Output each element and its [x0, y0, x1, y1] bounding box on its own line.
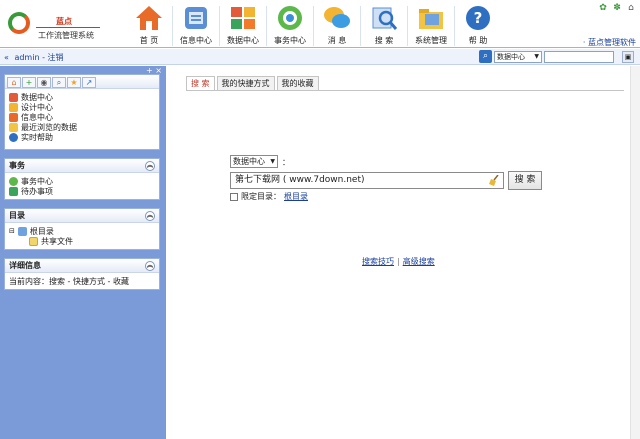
quick-links-panel: ⌂ + ◉ ⌕ ★ ↗ 数据中心 设计中心 信息中心 最近浏览的数据 实时帮助 — [4, 74, 160, 150]
sidebar: + × ⌂ + ◉ ⌕ ★ ↗ 数据中心 设计中心 信息中心 最近浏览的数据 实… — [0, 66, 166, 439]
search-button[interactable]: 搜 索 — [508, 171, 542, 190]
quick-item-design-center[interactable]: 设计中心 — [9, 102, 155, 112]
help-icon — [9, 132, 18, 142]
search-scope-select[interactable]: 数据中心 — [494, 50, 542, 63]
nav-label: 搜 索 — [374, 36, 394, 45]
panel-title: 详细信息 — [9, 261, 41, 270]
username: admin — [14, 53, 40, 62]
star-tab-icon[interactable]: ★ — [67, 77, 81, 88]
main-content: 搜 索 我的快捷方式 我的收藏 数据中心 ▼ ： 第七下载网 ( www.7do… — [166, 66, 640, 439]
nav-info-center[interactable]: 信息中心 — [173, 2, 219, 48]
brand-link[interactable]: · 蓝点管理软件 — [583, 37, 636, 48]
panel-title: 事务 — [9, 161, 25, 170]
scrollbar[interactable] — [630, 66, 640, 439]
message-icon — [323, 4, 351, 32]
help-links: 搜索技巧 | 高级搜索 — [362, 257, 435, 266]
top-header: 蓝点 工作流管理系统 首 页 信息中心 数据中心 事务中心 消 息 搜 索 系统… — [0, 0, 640, 48]
tree-root[interactable]: ⊟ 根目录 — [9, 226, 155, 236]
nav-label: 首 页 — [139, 36, 159, 45]
nav-label: 消 息 — [327, 36, 347, 45]
affairs-item-center[interactable]: 事务中心 — [9, 176, 155, 186]
tab-favorites[interactable]: 我的收藏 — [276, 76, 319, 90]
quick-item-info-center[interactable]: 信息中心 — [9, 112, 155, 122]
favorite-icon[interactable]: ✽ — [612, 3, 622, 13]
user-bar: « admin - 注销 ⌕ 数据中心 ▣ — [0, 49, 640, 65]
clear-icon[interactable] — [489, 175, 499, 186]
logo-mark-icon — [8, 12, 30, 34]
quick-search: ⌕ 数据中心 — [479, 50, 614, 63]
collapse-sidebar-icon[interactable]: « — [4, 53, 9, 62]
logout-link[interactable]: 注销 — [48, 53, 64, 62]
root-directory-link[interactable]: 根目录 — [284, 191, 308, 202]
tree-toggle-icon[interactable]: ⊟ — [9, 227, 15, 235]
add-tab-icon[interactable]: + — [22, 77, 36, 88]
detail-text: 当前内容：搜索 - 快捷方式 - 收藏 — [9, 276, 129, 286]
brand-name: 蓝点 — [56, 17, 72, 26]
nav-message[interactable]: 消 息 — [314, 2, 360, 48]
home-tab-icon[interactable]: ⌂ — [7, 77, 21, 88]
nav-system-admin[interactable]: 系统管理 — [408, 2, 454, 48]
system-admin-icon — [417, 4, 445, 32]
nav-home[interactable]: 首 页 — [126, 2, 172, 48]
refresh-icon[interactable]: ✿ — [598, 3, 608, 13]
network-icon — [17, 226, 27, 236]
data-center-icon — [9, 92, 18, 102]
limit-directory-checkbox[interactable] — [230, 192, 238, 201]
nav-help[interactable]: ? 帮 助 — [455, 2, 501, 48]
nav-label: 事务中心 — [274, 36, 306, 45]
affairs-center-icon — [276, 4, 304, 32]
tab-shortcuts[interactable]: 我的快捷方式 — [216, 76, 275, 90]
data-center-icon — [229, 4, 257, 32]
advanced-search-link[interactable]: 高级搜索 — [403, 257, 435, 266]
todo-icon — [9, 186, 18, 196]
search-icon[interactable]: ⌕ — [479, 50, 492, 63]
quick-item-data-center[interactable]: 数据中心 — [9, 92, 155, 102]
logo: 蓝点 工作流管理系统 — [8, 8, 108, 40]
info-icon — [9, 112, 18, 122]
info-center-icon — [182, 4, 210, 32]
collapse-icon[interactable]: ︽ — [145, 261, 155, 271]
view-tab-icon[interactable]: ◉ — [37, 77, 51, 88]
design-icon — [9, 102, 18, 112]
tree-child[interactable]: 共享文件 — [9, 236, 155, 246]
main-tabs: 搜 索 我的快捷方式 我的收藏 — [186, 76, 319, 90]
nav-label: 信息中心 — [180, 36, 212, 45]
go-button[interactable]: ▣ — [622, 51, 634, 63]
collapse-icon[interactable]: ︽ — [145, 211, 155, 221]
search-scope-select[interactable]: 数据中心 ▼ — [230, 155, 278, 168]
nav-data-center[interactable]: 数据中心 — [220, 2, 266, 48]
panel-title: 目录 — [9, 211, 25, 220]
collapse-icon[interactable]: ︽ — [145, 161, 155, 171]
nav-label: 数据中心 — [227, 36, 259, 45]
nav-label: 系统管理 — [415, 36, 447, 45]
limit-directory: 限定目录： 根目录 — [230, 191, 308, 202]
search-tips-link[interactable]: 搜索技巧 — [362, 257, 394, 266]
affairs-panel: 事务 ︽ 事务中心 待办事项 — [4, 158, 160, 200]
quick-item-recent[interactable]: 最近浏览的数据 — [9, 122, 155, 132]
affairs-center-icon — [9, 176, 18, 186]
home-small-icon[interactable]: ⌂ — [626, 3, 636, 13]
tab-search[interactable]: 搜 索 — [186, 76, 215, 90]
catalog-panel: 目录 ︽ ⊟ 根目录 共享文件 — [4, 208, 160, 250]
folder-icon — [29, 236, 38, 246]
help-icon: ? — [464, 4, 492, 32]
brand-subtitle: 工作流管理系统 — [38, 31, 94, 40]
quick-item-help[interactable]: 实时帮助 — [9, 132, 155, 142]
home-icon — [135, 4, 163, 32]
search-tab-icon[interactable]: ⌕ — [52, 77, 66, 88]
quick-search-input[interactable] — [544, 50, 614, 63]
nav-affairs-center[interactable]: 事务中心 — [267, 2, 313, 48]
help-tab-icon[interactable]: ↗ — [82, 77, 96, 88]
nav-label: 帮 助 — [468, 36, 488, 45]
search-icon — [370, 4, 398, 32]
search-input[interactable]: 第七下载网 ( www.7down.net) — [230, 172, 504, 189]
detail-panel: 详细信息 ︽ 当前内容：搜索 - 快捷方式 - 收藏 — [4, 258, 160, 290]
recent-icon — [9, 122, 18, 132]
affairs-item-todo[interactable]: 待办事项 — [9, 186, 155, 196]
chevron-down-icon: ▼ — [270, 158, 275, 165]
main-nav: 首 页 信息中心 数据中心 事务中心 消 息 搜 索 系统管理 ? 帮 助 — [126, 2, 501, 48]
svg-text:?: ? — [474, 9, 483, 27]
nav-search[interactable]: 搜 索 — [361, 2, 407, 48]
